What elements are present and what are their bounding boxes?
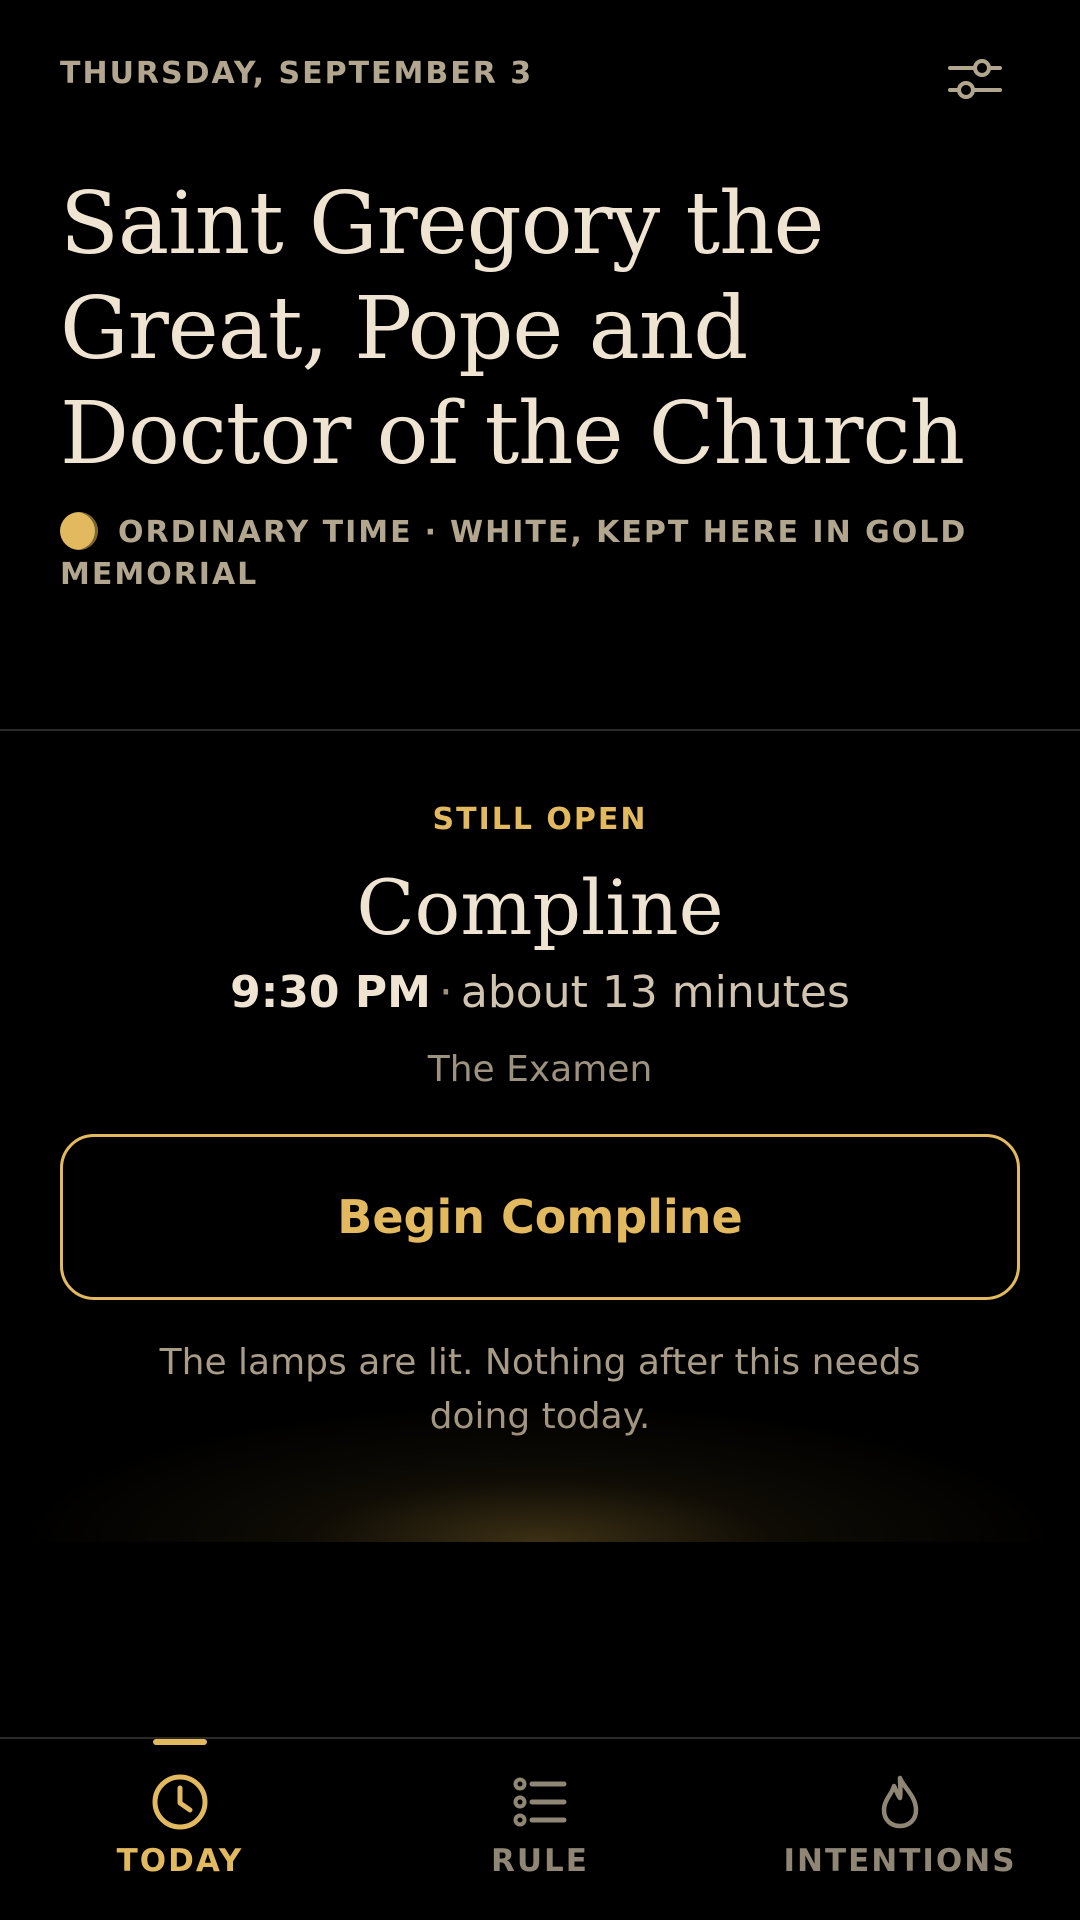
liturgical-color-note: WHITE, KEPT HERE IN GOLD xyxy=(450,515,968,550)
hour-subtitle: The Examen xyxy=(427,1049,653,1090)
nav-label-intentions: INTENTIONS xyxy=(783,1843,1017,1879)
hour-name: Compline xyxy=(356,863,724,952)
list-icon xyxy=(513,1777,567,1827)
hour-time-info: 9:30 PM · about 13 minutes xyxy=(0,963,1080,1023)
feast-title: Saint Gregory the Great, Pope and Doctor… xyxy=(60,174,965,484)
date-label: THURSDAY, SEPTEMBER 3 xyxy=(60,56,534,91)
feast-rank: MEMORIAL xyxy=(60,557,259,592)
nav-label-rule: RULE xyxy=(491,1843,589,1879)
season-name: ORDINARY TIME xyxy=(118,515,413,550)
settings-button[interactable] xyxy=(942,46,1008,112)
nav-item-intentions[interactable]: INTENTIONS xyxy=(720,1739,1080,1920)
hour-status: STILL OPEN xyxy=(432,802,648,837)
day-complete-note: The lamps are lit. Nothing after this ne… xyxy=(159,1342,921,1437)
sliders-icon xyxy=(948,59,1002,99)
liturgical-season: ORDINARY TIME · WHITE, KEPT HERE IN GOLD M… xyxy=(60,512,1020,596)
hour-time: 9:30 PM xyxy=(230,967,431,1018)
nav-label-today: TODAY xyxy=(116,1843,244,1879)
flame-icon xyxy=(881,1775,919,1829)
liturgical-color-dot xyxy=(60,512,98,550)
section-divider xyxy=(0,729,1080,731)
nav-item-rule[interactable]: RULE xyxy=(360,1739,720,1920)
clock-icon xyxy=(152,1774,208,1830)
active-tab-indicator xyxy=(153,1739,207,1745)
nav-item-today[interactable]: TODAY xyxy=(0,1739,360,1920)
bottom-nav: TODAY RULE INTENTIONS xyxy=(0,1739,1080,1920)
time-separator: · xyxy=(438,967,453,1018)
begin-hour-button[interactable]: Begin Compline xyxy=(60,1134,1020,1300)
season-separator: · xyxy=(424,515,438,550)
hour-duration: about 13 minutes xyxy=(460,967,850,1018)
